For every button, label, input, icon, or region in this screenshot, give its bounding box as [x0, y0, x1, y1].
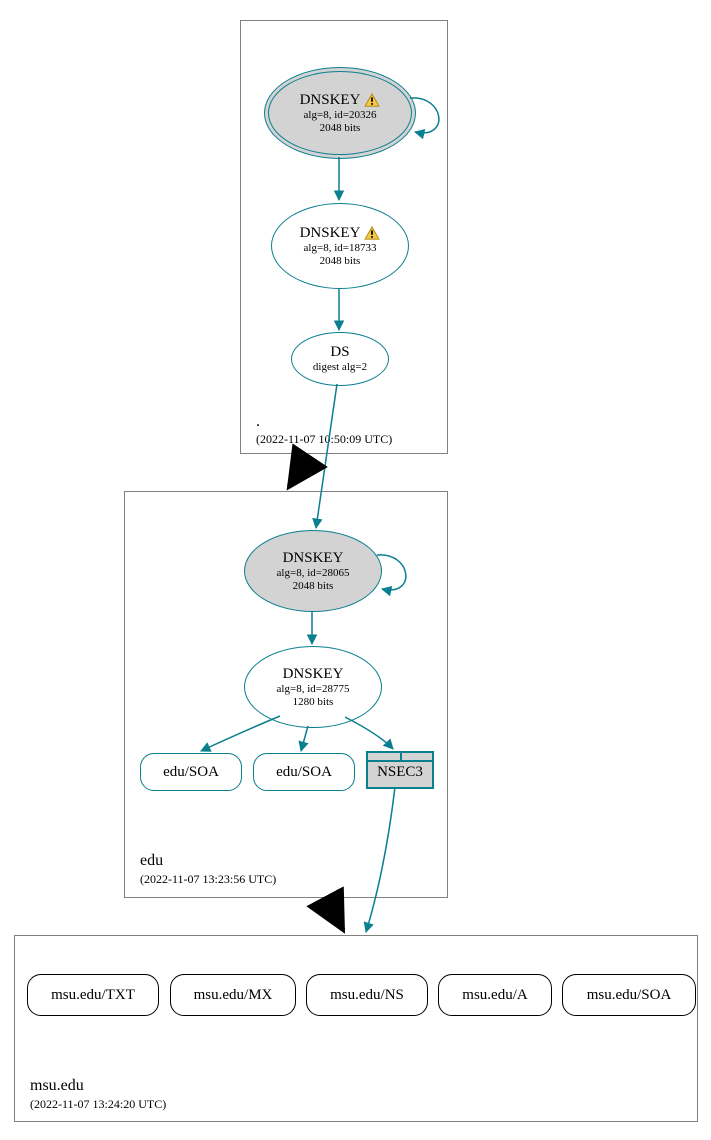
- warning-icon: [364, 93, 380, 107]
- zone-msu-name: msu.edu: [30, 1077, 84, 1095]
- msu-soa: msu.edu/SOA: [562, 974, 696, 1016]
- msu-ns: msu.edu/NS: [306, 974, 428, 1016]
- msu-mx: msu.edu/MX: [170, 974, 296, 1016]
- edu-nsec3-label: NSEC3: [377, 764, 423, 781]
- edu-nsec3: NSEC3: [366, 751, 434, 789]
- edu-soa-2: edu/SOA: [253, 753, 355, 791]
- root-ds-alg: digest alg=2: [313, 361, 367, 374]
- root-dnskey-ksk-title: DNSKEY: [300, 92, 381, 109]
- zone-msu-time: (2022-11-07 13:24:20 UTC): [30, 1097, 166, 1112]
- zone-edu-name: edu: [140, 852, 163, 870]
- edge-edu-to-msu-deleg: [328, 896, 343, 930]
- edu-dnskey-ksk: DNSKEY alg=8, id=28065 2048 bits: [244, 530, 382, 612]
- edu-dnskey-ksk-title: DNSKEY: [283, 550, 344, 567]
- msu-txt: msu.edu/TXT: [27, 974, 159, 1016]
- edu-dnskey-ksk-alg: alg=8, id=28065: [277, 567, 350, 580]
- root-dnskey-zsk-title-text: DNSKEY: [300, 225, 361, 242]
- edu-dnskey-zsk-alg: alg=8, id=28775: [277, 683, 350, 696]
- root-dnskey-zsk-alg: alg=8, id=18733: [304, 242, 377, 255]
- root-dnskey-ksk-title-text: DNSKEY: [300, 92, 361, 109]
- edu-soa-1: edu/SOA: [140, 753, 242, 791]
- edu-dnskey-zsk: DNSKEY alg=8, id=28775 1280 bits: [244, 646, 382, 728]
- root-dnskey-ksk-bits: 2048 bits: [320, 122, 361, 135]
- root-dnskey-ksk: DNSKEY alg=8, id=20326 2048 bits: [264, 67, 416, 159]
- edge-root-to-edu-deleg: [289, 452, 300, 487]
- edu-dnskey-zsk-bits: 1280 bits: [293, 696, 334, 709]
- zone-root-time: (2022-11-07 10:50:09 UTC): [256, 432, 392, 447]
- zone-root-name: .: [256, 413, 260, 431]
- zone-edu-time: (2022-11-07 13:23:56 UTC): [140, 872, 276, 887]
- msu-a: msu.edu/A: [438, 974, 552, 1016]
- root-dnskey-zsk: DNSKEY alg=8, id=18733 2048 bits: [271, 203, 409, 289]
- warning-icon: [364, 226, 380, 240]
- root-ds-title: DS: [330, 344, 349, 361]
- root-dnskey-zsk-title: DNSKEY: [300, 225, 381, 242]
- root-dnskey-ksk-alg: alg=8, id=20326: [304, 109, 377, 122]
- root-ds: DS digest alg=2: [291, 332, 389, 386]
- root-dnskey-zsk-bits: 2048 bits: [320, 255, 361, 268]
- edu-dnskey-ksk-bits: 2048 bits: [293, 580, 334, 593]
- zone-msu: [14, 935, 698, 1122]
- edu-dnskey-zsk-title: DNSKEY: [283, 666, 344, 683]
